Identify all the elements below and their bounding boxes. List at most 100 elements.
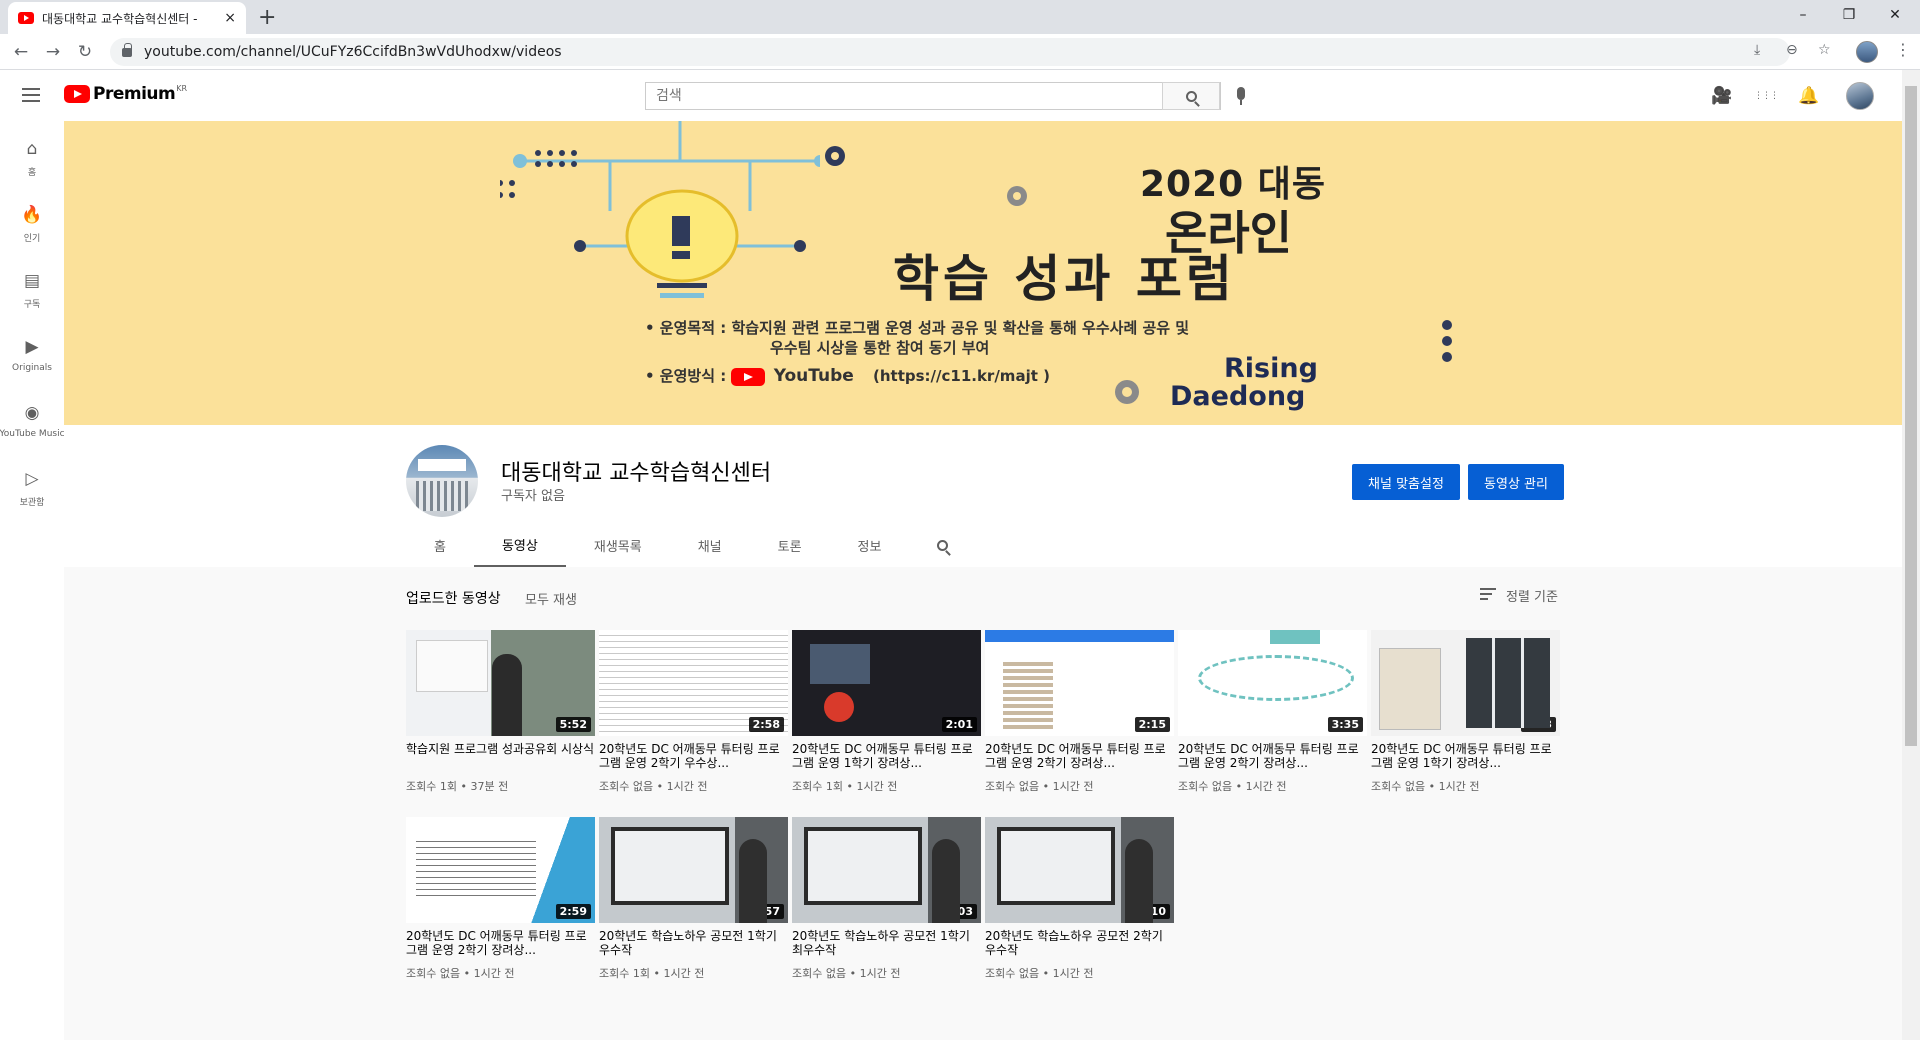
video-card[interactable]: 2:59 20학년도 DC 어깨동무 튜터링 프로그램 운영 2학기 장려상..… bbox=[406, 817, 595, 981]
video-card[interactable]: 3:35 20학년도 DC 어깨동무 튜터링 프로그램 운영 2학기 장려상..… bbox=[1178, 630, 1367, 794]
banner-title-line2: 학습 성과 포럼 bbox=[893, 250, 1236, 308]
rising-logo-text: Rising bbox=[1224, 353, 1318, 384]
tab-title: 대동대학교 교수학습혁신센터 - bbox=[42, 11, 198, 26]
search-icon bbox=[1185, 90, 1197, 102]
video-duration: 1:57 bbox=[748, 904, 784, 919]
browser-tab[interactable]: 대동대학교 교수학습혁신센터 - × bbox=[8, 2, 246, 34]
banner-purpose: • 운영목적 : 학습지원 관련 프로그램 운영 성과 공유 및 확산을 통해 … bbox=[645, 319, 1190, 337]
video-title[interactable]: 20학년도 DC 어깨동무 튜터링 프로그램 운영 2학기 장려상... bbox=[985, 742, 1174, 770]
search-input[interactable] bbox=[646, 83, 1220, 109]
video-title[interactable]: 학습지원 프로그램 성과공유회 시상식 bbox=[406, 742, 595, 770]
close-window-button[interactable]: ✕ bbox=[1872, 0, 1918, 30]
video-duration: 3:35 bbox=[1327, 717, 1363, 732]
url-text: youtube.com/channel/UCuFYz6CcifdBn3wVdUh… bbox=[144, 44, 562, 60]
originals-icon: ▶ bbox=[25, 337, 39, 357]
video-thumbnail[interactable]: 2:01 bbox=[792, 630, 981, 736]
video-card[interactable]: 5:52 학습지원 프로그램 성과공유회 시상식 조회수 1회 • 37분 전 bbox=[406, 630, 595, 794]
video-thumbnail[interactable]: 2:59 bbox=[406, 817, 595, 923]
channel-banner: 2020 대동 온라인 학습 성과 포럼 • 운영목적 : 학습지원 관련 프로… bbox=[64, 121, 1902, 425]
video-thumbnail[interactable]: 2:33 bbox=[1371, 630, 1560, 736]
search-icon bbox=[937, 539, 949, 551]
video-card[interactable]: 2:01 20학년도 DC 어깨동무 튜터링 프로그램 운영 1학기 장려상..… bbox=[792, 630, 981, 794]
video-card[interactable]: 2:33 20학년도 DC 어깨동무 튜터링 프로그램 운영 1학기 장려상..… bbox=[1371, 630, 1560, 794]
video-card[interactable]: 1:10 20학년도 학습노하우 공모전 2학기 우수작 조회수 없음 • 1시… bbox=[985, 817, 1174, 981]
home-icon: ⌂ bbox=[26, 139, 38, 159]
sidebar-item-home[interactable]: ⌂ 홈 bbox=[0, 121, 64, 187]
video-duration: 2:03 bbox=[941, 904, 977, 919]
video-card[interactable]: 1:57 20학년도 학습노하우 공모전 1학기 우수작 조회수 1회 • 1시… bbox=[599, 817, 788, 981]
library-icon: ▷ bbox=[25, 469, 39, 489]
video-meta: 조회수 없음 • 1시간 전 bbox=[985, 967, 1094, 980]
tab-playlists[interactable]: 재생목록 bbox=[566, 523, 670, 567]
video-thumbnail[interactable]: 2:03 bbox=[792, 817, 981, 923]
video-title[interactable]: 20학년도 학습노하우 공모전 2학기 우수작 bbox=[985, 929, 1174, 957]
daedong-logo-text: Daedong bbox=[1170, 381, 1306, 412]
banner-purpose-cont: 우수팀 시상을 통한 참여 동기 부여 bbox=[770, 339, 990, 357]
forward-button[interactable]: → bbox=[41, 40, 65, 64]
sort-by-button[interactable]: 정렬 기준 bbox=[1480, 586, 1558, 605]
search-box[interactable] bbox=[645, 82, 1221, 110]
logo-text: Premium bbox=[93, 84, 176, 104]
manage-videos-button[interactable]: 동영상 관리 bbox=[1468, 464, 1564, 500]
sidebar-item-label: 구독 bbox=[23, 300, 41, 310]
microphone-icon[interactable] bbox=[1237, 87, 1245, 105]
video-title[interactable]: 20학년도 DC 어깨동무 튜터링 프로그램 운영 1학기 장려상... bbox=[1371, 742, 1560, 770]
back-button[interactable]: ← bbox=[9, 40, 33, 64]
youtube-favicon-icon bbox=[18, 12, 34, 24]
sidebar-item-originals[interactable]: ▶ Originals bbox=[0, 319, 64, 385]
notifications-bell-icon[interactable]: 🔔 bbox=[1798, 86, 1819, 106]
tab-home[interactable]: 홈 bbox=[406, 523, 474, 567]
address-bar[interactable]: youtube.com/channel/UCuFYz6CcifdBn3wVdUh… bbox=[110, 38, 1790, 66]
new-tab-button[interactable]: + bbox=[258, 5, 276, 30]
scrollbar-thumb[interactable] bbox=[1905, 86, 1917, 746]
video-title[interactable]: 20학년도 DC 어깨동무 튜터링 프로그램 운영 1학기 장려상... bbox=[792, 742, 981, 770]
tab-close-icon[interactable]: × bbox=[224, 10, 236, 26]
bookmark-star-icon[interactable]: ☆ bbox=[1818, 42, 1831, 58]
tab-discussion[interactable]: 토론 bbox=[750, 523, 830, 567]
video-thumbnail[interactable]: 2:15 bbox=[985, 630, 1174, 736]
account-avatar[interactable] bbox=[1846, 82, 1874, 110]
video-meta: 조회수 없음 • 1시간 전 bbox=[406, 967, 515, 980]
sidebar-item-library[interactable]: ▷ 보관함 bbox=[0, 451, 64, 517]
install-icon[interactable]: ⤓ bbox=[1754, 42, 1760, 58]
tab-channels[interactable]: 채널 bbox=[670, 523, 750, 567]
video-thumbnail[interactable]: 1:57 bbox=[599, 817, 788, 923]
youtube-premium-logo[interactable]: Premium KR bbox=[64, 84, 187, 104]
maximize-button[interactable]: ❐ bbox=[1826, 0, 1872, 30]
video-title[interactable]: 20학년도 DC 어깨동무 튜터링 프로그램 운영 2학기 장려상... bbox=[406, 929, 595, 957]
apps-grid-icon[interactable]: ⋮⋮⋮ bbox=[1754, 86, 1779, 106]
browser-profile-avatar[interactable] bbox=[1856, 41, 1878, 63]
video-card[interactable]: 2:15 20학년도 DC 어깨동무 튜터링 프로그램 운영 2학기 장려상..… bbox=[985, 630, 1174, 794]
create-video-icon[interactable]: 🎥 bbox=[1711, 86, 1732, 106]
video-duration: 2:58 bbox=[748, 717, 784, 732]
video-thumbnail[interactable]: 1:10 bbox=[985, 817, 1174, 923]
minimize-button[interactable]: – bbox=[1780, 0, 1826, 30]
video-title[interactable]: 20학년도 DC 어깨동무 튜터링 프로그램 운영 2학기 우수상... bbox=[599, 742, 788, 770]
video-title[interactable]: 20학년도 DC 어깨동무 튜터링 프로그램 운영 2학기 장려상... bbox=[1178, 742, 1367, 770]
hamburger-menu-icon[interactable] bbox=[22, 88, 40, 102]
sidebar-item-youtube-music[interactable]: ◉ YouTube Music bbox=[0, 385, 65, 451]
sidebar-item-trending[interactable]: 🔥 인기 bbox=[0, 187, 64, 253]
reload-button[interactable]: ↻ bbox=[73, 40, 97, 64]
customize-channel-button[interactable]: 채널 맞춤설정 bbox=[1352, 464, 1460, 500]
video-thumbnail[interactable]: 5:52 bbox=[406, 630, 595, 736]
sidebar-item-label: Originals bbox=[12, 363, 52, 373]
video-card[interactable]: 2:58 20학년도 DC 어깨동무 튜터링 프로그램 운영 2학기 우수상..… bbox=[599, 630, 788, 794]
video-title[interactable]: 20학년도 학습노하우 공모전 1학기 최우수작 bbox=[792, 929, 981, 957]
video-thumbnail[interactable]: 3:35 bbox=[1178, 630, 1367, 736]
video-card[interactable]: 2:03 20학년도 학습노하우 공모전 1학기 최우수작 조회수 없음 • 1… bbox=[792, 817, 981, 981]
video-duration: 5:52 bbox=[555, 717, 591, 732]
music-icon: ◉ bbox=[24, 403, 40, 423]
subscriber-count: 구독자 없음 bbox=[501, 489, 565, 504]
video-title[interactable]: 20학년도 학습노하우 공모전 1학기 우수작 bbox=[599, 929, 788, 957]
sidebar-item-subscriptions[interactable]: ▤ 구독 bbox=[0, 253, 64, 319]
video-meta: 조회수 없음 • 1시간 전 bbox=[792, 967, 901, 980]
browser-menu-icon[interactable]: ⋮ bbox=[1895, 40, 1911, 59]
zoom-icon[interactable]: ⊖ bbox=[1786, 42, 1798, 58]
tab-videos[interactable]: 동영상 bbox=[473, 523, 566, 567]
search-button[interactable] bbox=[1162, 82, 1220, 110]
video-thumbnail[interactable]: 2:58 bbox=[599, 630, 788, 736]
tab-about[interactable]: 정보 bbox=[830, 523, 910, 567]
channel-search-button[interactable] bbox=[909, 523, 976, 567]
play-all-link[interactable]: 모두 재생 bbox=[525, 589, 577, 608]
